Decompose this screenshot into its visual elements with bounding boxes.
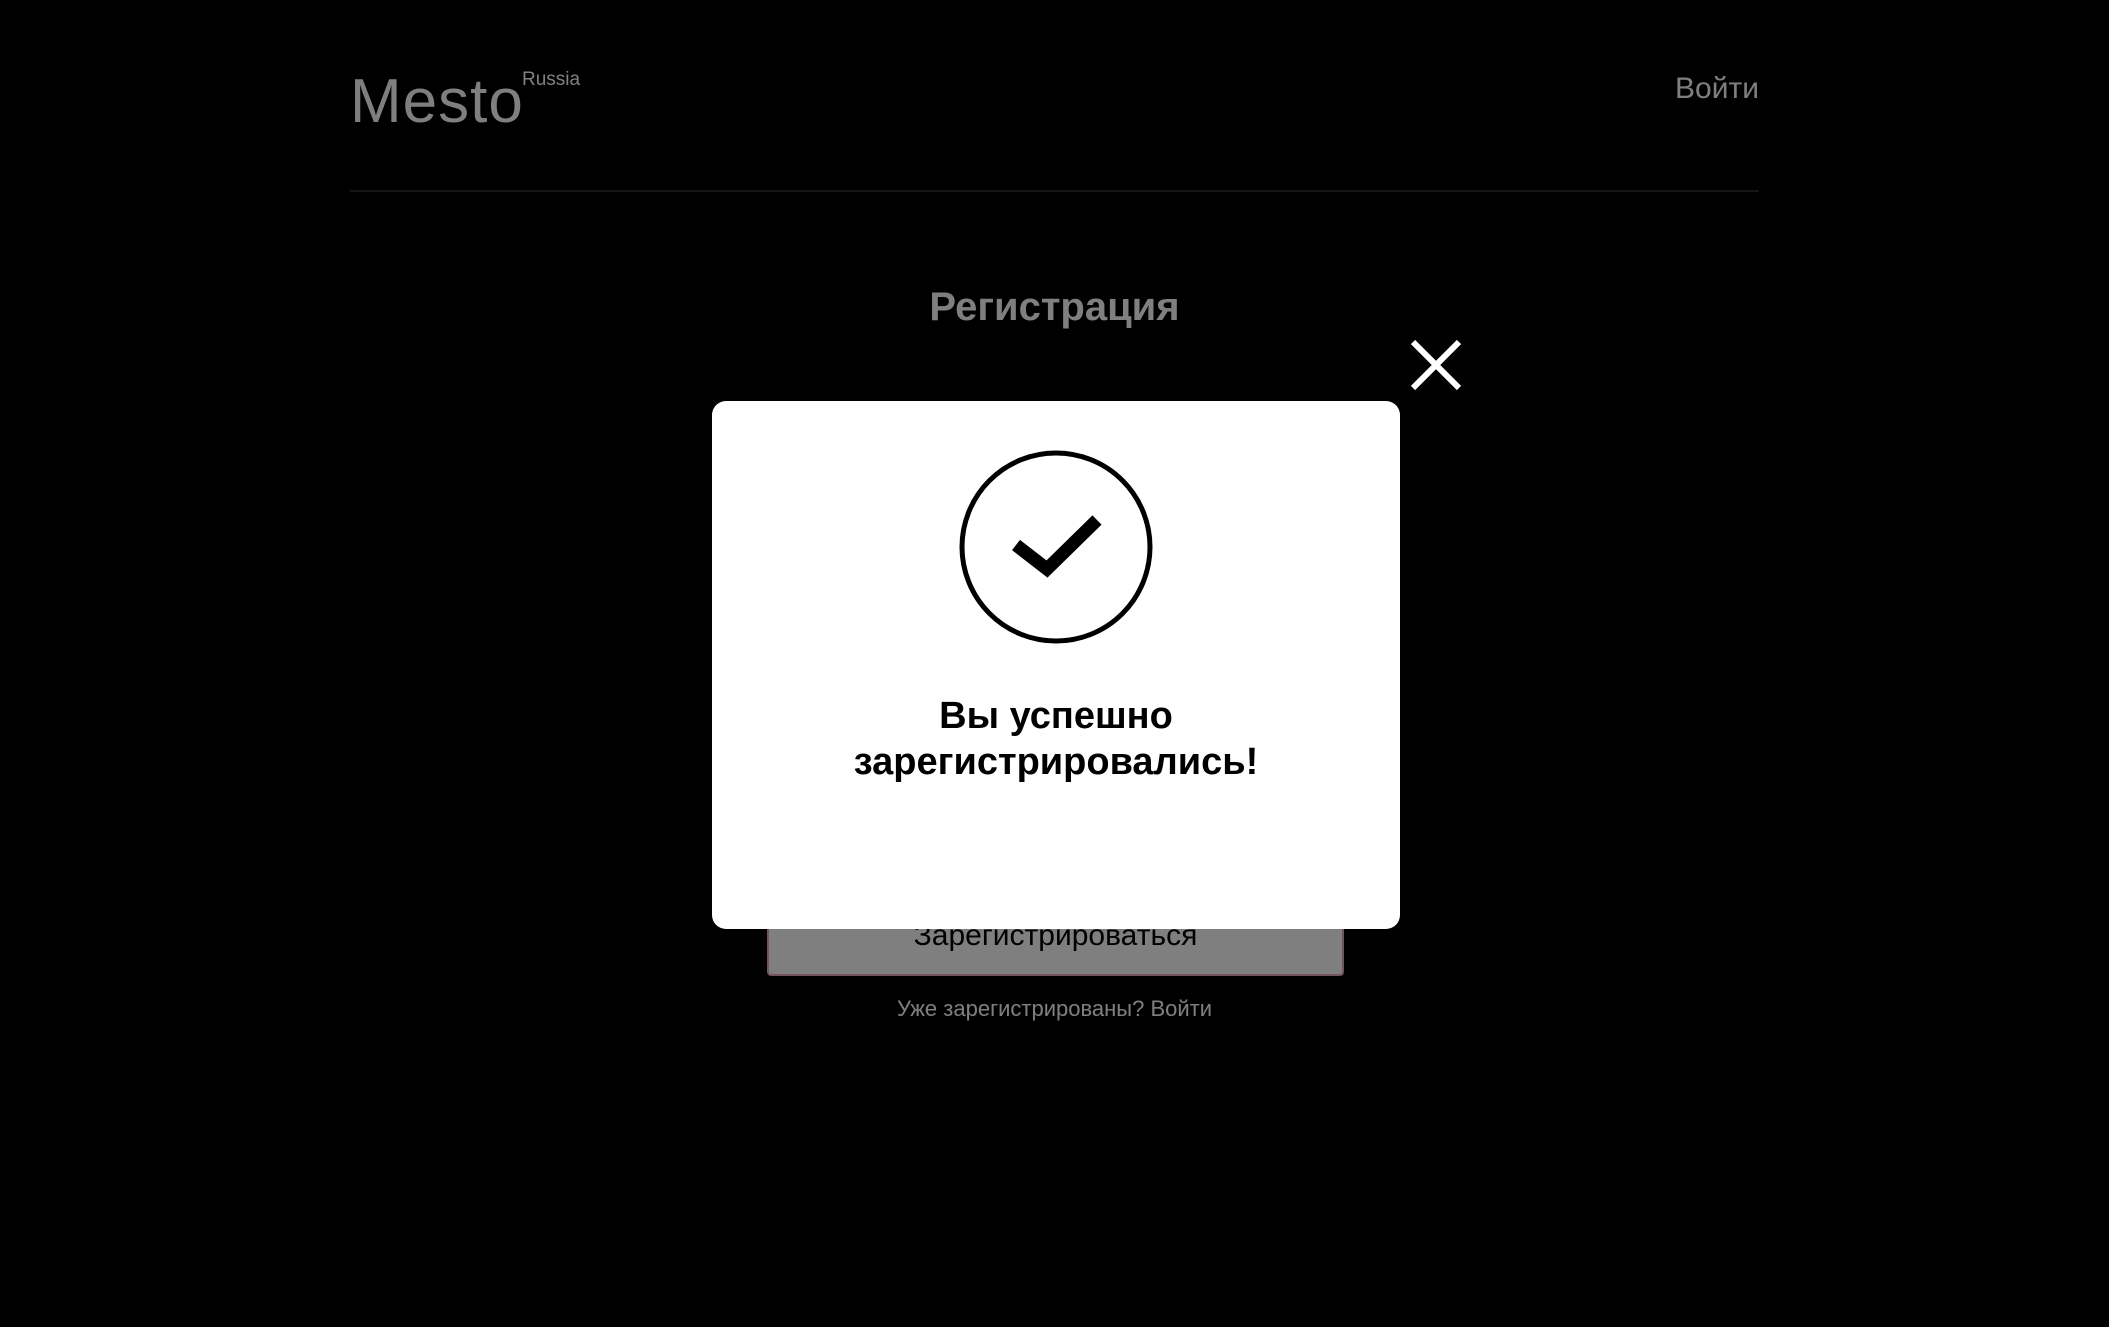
close-icon[interactable]: [1404, 333, 1468, 397]
popup-message: Вы успешно зарегистрировались!: [712, 693, 1400, 785]
page: Mesto Russia Войти Регистрация Зарегистр…: [0, 0, 2109, 1327]
popup-message-line2: зарегистрировались!: [853, 741, 1259, 783]
check-circle-icon: [959, 450, 1153, 644]
info-tooltip-popup: Вы успешно зарегистрировались!: [712, 401, 1400, 929]
popup-message-line1: Вы успешно: [939, 695, 1173, 737]
